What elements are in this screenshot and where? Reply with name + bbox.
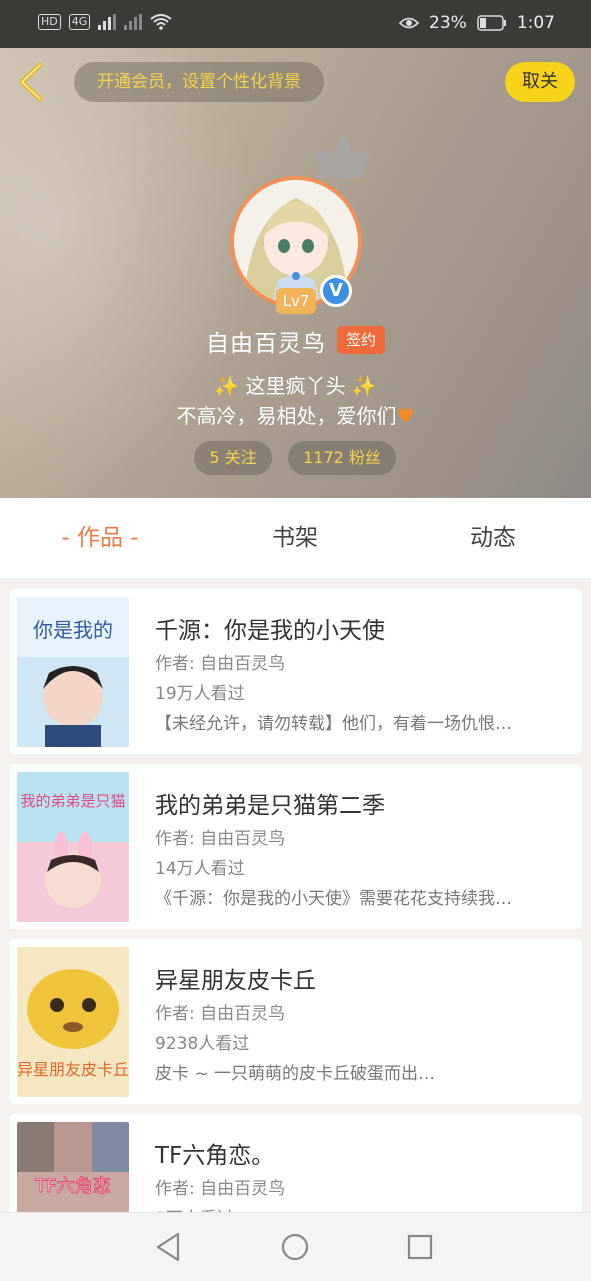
work-description: 皮卡 ~ 一只萌萌的皮卡丘破蛋而出… — [155, 1064, 436, 1084]
work-author: 作者: 自由百灵鸟 — [155, 654, 286, 674]
cover-text: 你是我的 — [33, 618, 113, 642]
work-card[interactable]: 你是我的 千源：你是我的小天使 作者: 自由百灵鸟 19万人看过 【未经允许，请… — [9, 589, 582, 754]
signal-icon-2 — [124, 14, 143, 30]
bio-line-1: ✨ 这里疯丫头 ✨ — [214, 374, 377, 398]
tab-activity[interactable]: 动态 — [428, 498, 558, 578]
follow-count[interactable]: 5 关注 — [194, 441, 272, 475]
work-title[interactable]: 异星朋友皮卡丘 — [155, 961, 316, 995]
heart-icon: ♥ — [396, 404, 415, 428]
nav-back-icon[interactable] — [150, 1229, 186, 1265]
work-views: 19万人看过 — [155, 684, 245, 704]
signed-badge: 签约 — [337, 326, 385, 354]
work-description: 【未经允许，请勿转载】他们，有着一场仇恨… — [155, 714, 512, 734]
book-cover[interactable]: 异星朋友皮卡丘 — [17, 947, 129, 1097]
unfollow-button[interactable]: 取关 — [505, 62, 575, 102]
work-card[interactable]: 我的弟弟是只猫 我的弟弟是只猫第二季 作者: 自由百灵鸟 14万人看过 《千源：… — [9, 764, 582, 929]
crown-icon — [316, 132, 370, 178]
hd-badge: HD — [38, 14, 61, 30]
cover-text: TF六角恋 — [34, 1175, 110, 1197]
verified-icon: V — [320, 275, 352, 307]
tab-bookshelf[interactable]: 书架 — [230, 498, 360, 578]
battery-icon — [477, 15, 506, 31]
bio-line-2: 不高冷，易相处，爱你们♥ — [176, 404, 415, 428]
fans-count[interactable]: 1172 粉丝 — [288, 441, 396, 475]
profile-header: 开通会员，设置个性化背景 取关 Lv7 V 自由百灵鸟 签约 ✨ 这里疯丫头 ✨… — [0, 48, 591, 498]
work-card[interactable]: 异星朋友皮卡丘 异星朋友皮卡丘 作者: 自由百灵鸟 9238人看过 皮卡 ~ 一… — [9, 939, 582, 1104]
tab-works[interactable]: - 作品 - — [35, 498, 165, 578]
cover-text: 异星朋友皮卡丘 — [17, 1060, 129, 1079]
cover-text: 我的弟弟是只猫 — [20, 792, 125, 810]
battery-percent: 23% — [429, 13, 467, 33]
clock: 1:07 — [516, 13, 555, 33]
book-cover[interactable]: 你是我的 — [17, 597, 129, 747]
work-title[interactable]: TF六角恋。 — [155, 1136, 274, 1170]
work-author: 作者: 自由百灵鸟 — [155, 829, 286, 849]
work-views: 9238人看过 — [155, 1034, 250, 1054]
level-badge: Lv7 — [276, 288, 316, 314]
work-title[interactable]: 我的弟弟是只猫第二季 — [155, 786, 385, 820]
network-badge: 4G — [68, 14, 91, 30]
back-icon[interactable] — [12, 62, 52, 102]
tab-bar: - 作品 - 书架 动态 — [0, 498, 591, 578]
nav-recents-icon[interactable] — [402, 1229, 438, 1265]
work-views: 14万人看过 — [155, 859, 245, 879]
work-description: 《千源：你是我的小天使》需要花花支持续我… — [155, 889, 512, 909]
system-nav-bar — [0, 1212, 591, 1281]
status-left: HD 4G — [38, 14, 172, 30]
work-author: 作者: 自由百灵鸟 — [155, 1179, 286, 1199]
book-cover[interactable]: 我的弟弟是只猫 — [17, 772, 129, 922]
status-bar: HD 4G 23% 1:07 — [0, 0, 591, 48]
wifi-icon — [150, 14, 172, 30]
work-author: 作者: 自由百灵鸟 — [155, 1004, 286, 1024]
status-right: 23% 1:07 — [399, 13, 555, 33]
eye-icon — [399, 17, 420, 29]
signal-icon — [98, 14, 117, 30]
sparkle-icon: ✨ — [351, 374, 377, 398]
work-title[interactable]: 千源：你是我的小天使 — [155, 611, 385, 645]
sparkle-icon: ✨ — [214, 374, 240, 398]
username: 自由百灵鸟 — [206, 331, 326, 357]
vip-background-banner[interactable]: 开通会员，设置个性化背景 — [74, 62, 324, 102]
nav-home-icon[interactable] — [277, 1229, 313, 1265]
